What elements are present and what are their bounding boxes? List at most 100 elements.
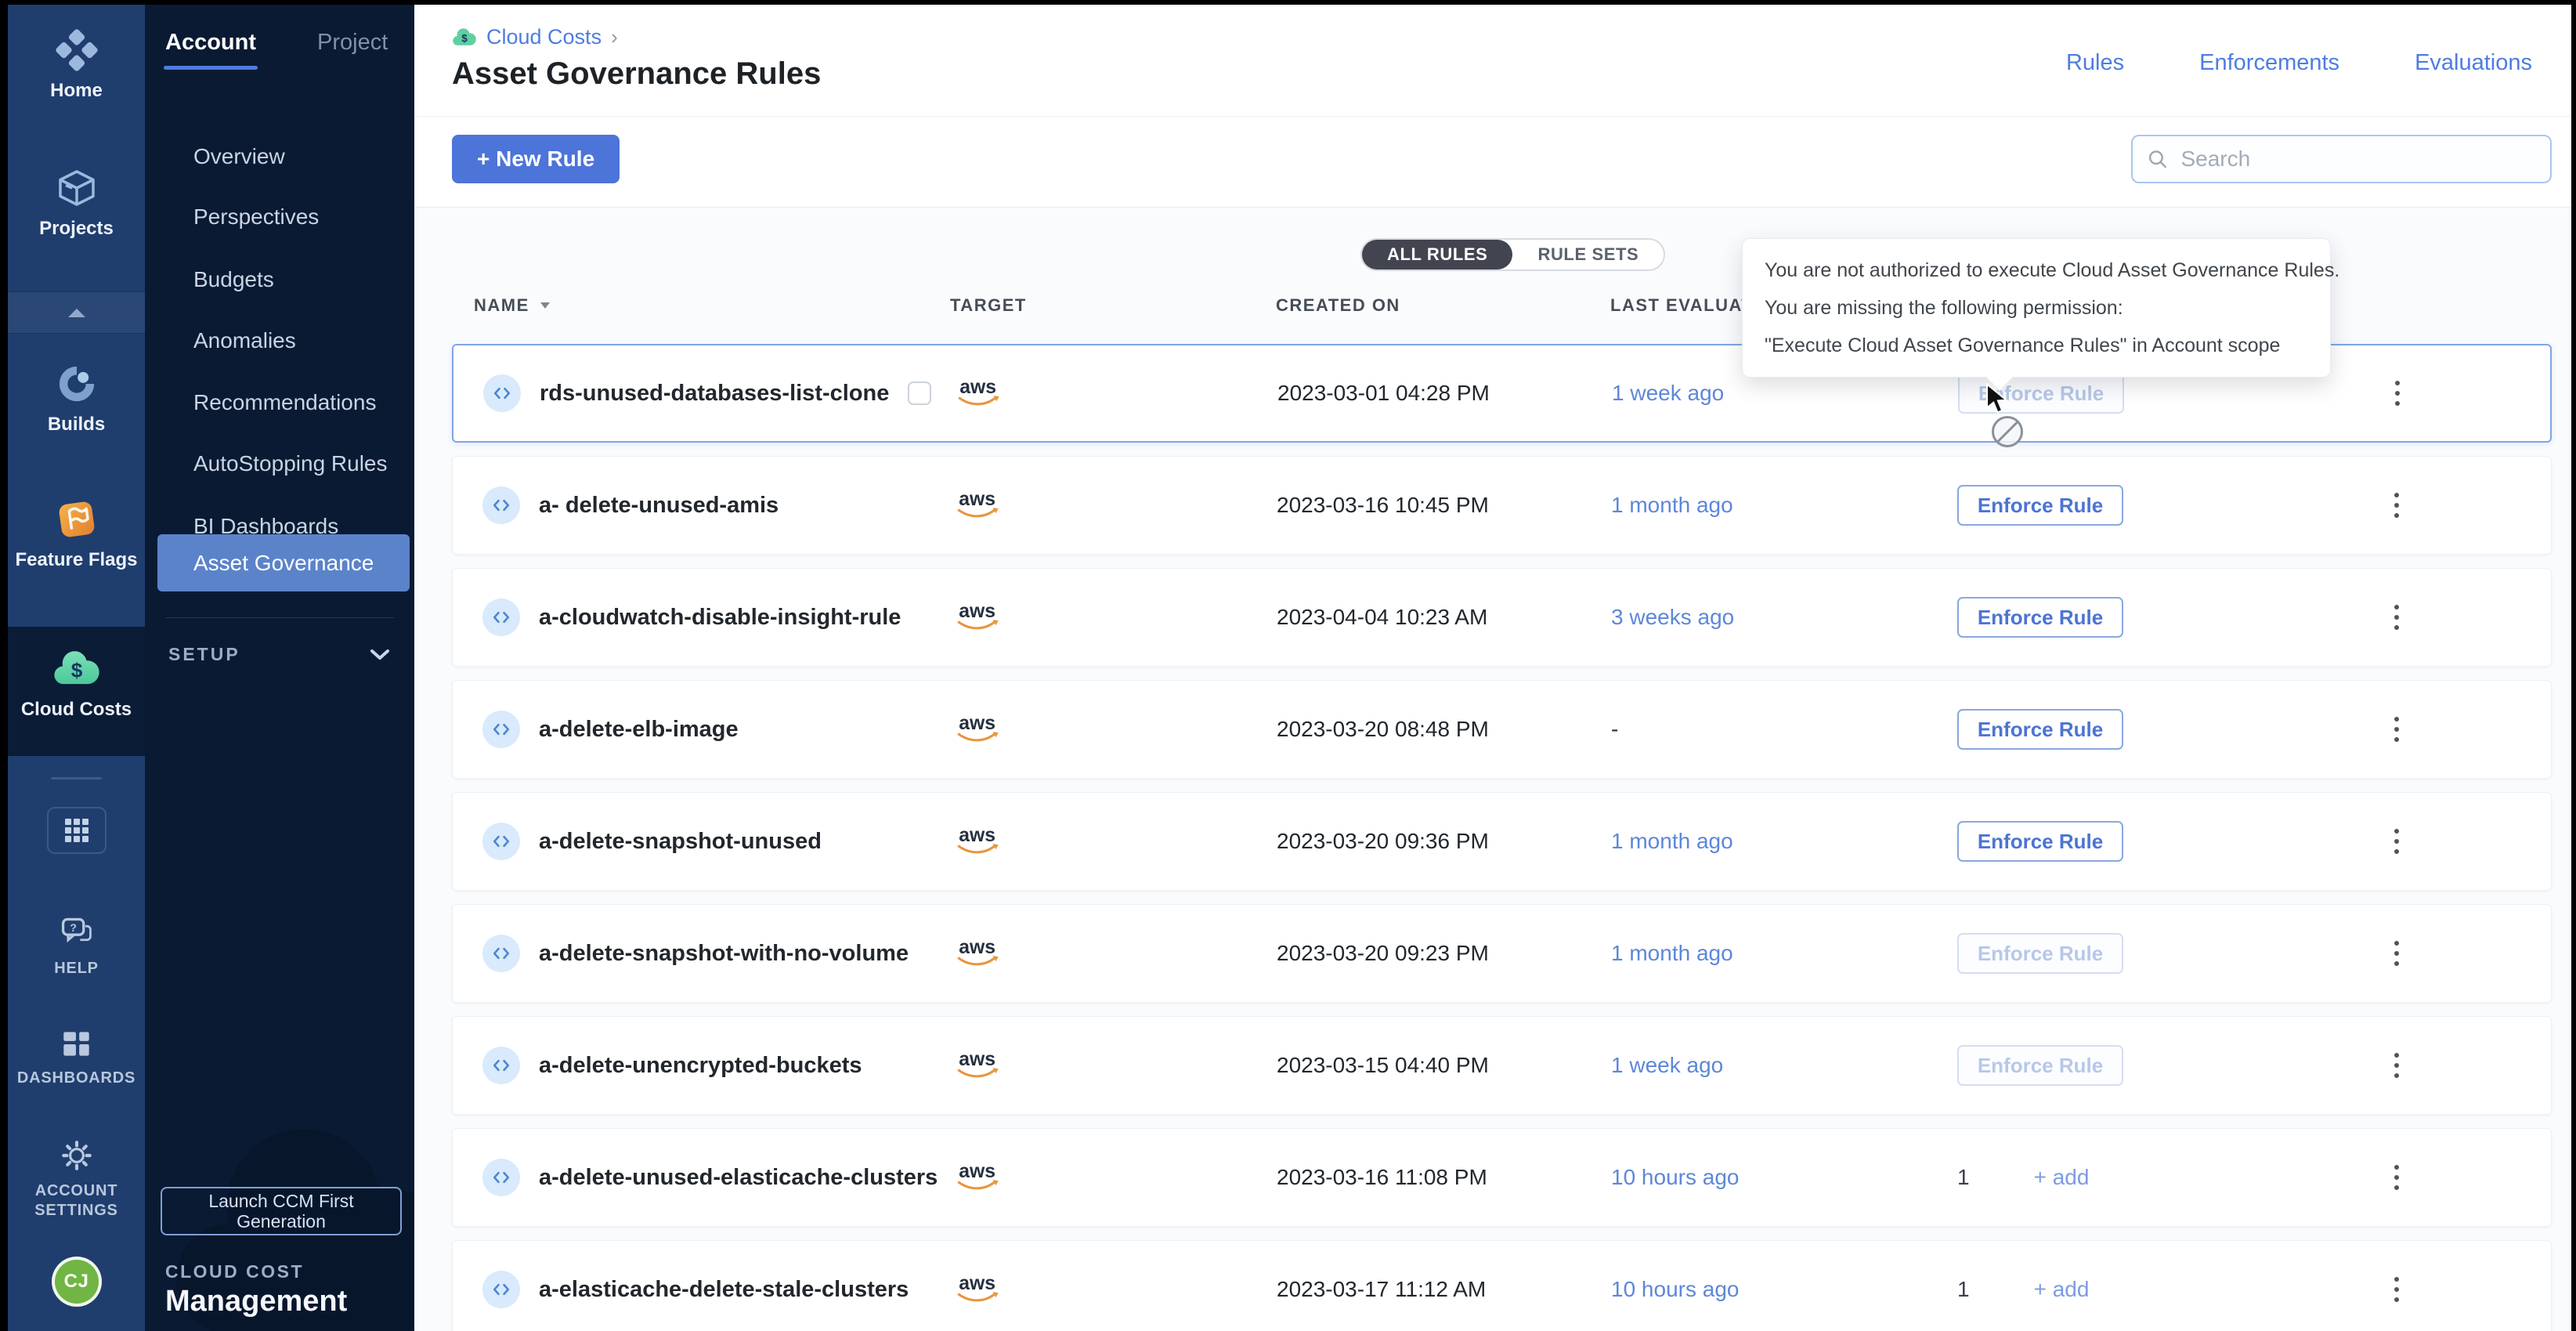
tab-account[interactable]: Account [165,30,256,56]
rule-name[interactable]: a-delete-snapshot-unused [539,829,822,855]
row-checkbox[interactable] [908,382,931,405]
column-header-created-on[interactable]: CREATED ON [1276,295,1610,316]
row-menu-kebab-icon[interactable] [2390,712,2404,747]
row-menu-kebab-icon[interactable] [2390,1272,2404,1307]
link-rules[interactable]: Rules [2066,50,2124,76]
enforce-rule-button[interactable]: Enforce Rule [1957,709,2123,750]
rule-name[interactable]: a-delete-elb-image [539,717,739,743]
aws-logo-icon: aws [952,599,1004,633]
sidebar-item-projects[interactable]: Projects [8,166,145,240]
search-box[interactable] [2131,135,2552,183]
sidebar-item-budgets[interactable]: Budgets [145,255,403,305]
table-row[interactable]: a-delete-unencrypted-buckets aws 2023-03… [452,1016,2552,1115]
rule-name-cell: a-elasticache-delete-stale-clusters [453,1271,951,1308]
table-row[interactable]: a-cloudwatch-disable-insight-rule aws 20… [452,568,2552,667]
column-header-target[interactable]: TARGET [950,295,1276,316]
row-menu-kebab-icon[interactable] [2390,936,2404,971]
rule-name[interactable]: rds-unused-databases-list-clone [540,381,889,407]
rule-name[interactable]: a-delete-unencrypted-buckets [539,1053,862,1079]
enforce-rule-button[interactable]: Enforce Rule [1957,485,2123,526]
header-divider [414,116,2571,117]
builds-icon [8,362,145,406]
row-menu-kebab-icon[interactable] [2390,600,2404,635]
sidebar-item-builds[interactable]: Builds [8,362,145,436]
projects-icon [8,166,145,210]
table-row[interactable]: a-delete-snapshot-unused aws 2023-03-20 … [452,792,2552,891]
last-evaluation-link[interactable]: 1 week ago [1611,1053,1912,1078]
add-enforcement-link[interactable]: + add [2034,1277,2090,1302]
user-avatar[interactable]: CJ [52,1257,102,1307]
link-evaluations[interactable]: Evaluations [2415,50,2532,76]
last-evaluation-link[interactable]: 10 hours ago [1611,1277,1912,1302]
setup-section-toggle[interactable]: SETUP [168,644,391,665]
target-cell: aws [951,1159,1277,1197]
last-evaluation-link[interactable]: 3 weeks ago [1611,605,1912,630]
enforce-rule-button[interactable]: Enforce Rule [1958,373,2124,414]
module-picker-button[interactable] [47,807,107,854]
sidebar-item-dashboards[interactable]: DASHBOARDS [8,1028,145,1088]
last-evaluation-link[interactable]: 1 month ago [1611,941,1912,966]
dashboards-icon [8,1028,145,1061]
sidebar-item-account-settings[interactable]: ACCOUNT SETTINGS [8,1137,145,1221]
link-enforcements[interactable]: Enforcements [2199,50,2339,76]
kebab-cell [2311,488,2551,523]
rule-name[interactable]: a-elasticache-delete-stale-clusters [539,1277,909,1303]
tooltip-line-3: "Execute Cloud Asset Governance Rules" i… [1765,327,2308,364]
enforce-rule-button[interactable]: Enforce Rule [1957,1045,2123,1086]
rule-name[interactable]: a-delete-snapshot-with-no-volume [539,941,909,967]
table-row[interactable]: a-delete-unused-elasticache-clusters aws… [452,1128,2552,1227]
toggle-rule-sets[interactable]: RULE SETS [1512,240,1664,269]
sidebar-item-home[interactable]: Home [8,28,145,102]
rail-collapse-toggle[interactable] [8,291,145,334]
breadcrumb-cloud-costs[interactable]: Cloud Costs [486,25,602,49]
enforce-rule-button[interactable]: Enforce Rule [1957,597,2123,638]
rule-name[interactable]: a-delete-unused-elasticache-clusters [539,1165,938,1191]
last-evaluation-link[interactable]: - [1611,717,1912,742]
rule-name-cell: a-delete-unencrypted-buckets [453,1047,951,1084]
row-menu-kebab-icon[interactable] [2390,376,2404,411]
last-evaluation-link[interactable]: 1 week ago [1612,381,1913,406]
sidebar-item-anomalies[interactable]: Anomalies [145,316,403,366]
row-menu-kebab-icon[interactable] [2390,824,2404,859]
tab-project[interactable]: Project [317,30,388,56]
sidebar-item-help[interactable]: ? HELP [8,915,145,978]
row-menu-kebab-icon[interactable] [2390,1048,2404,1083]
svg-text:$: $ [70,659,82,682]
sidebar-item-overview[interactable]: Overview [145,132,403,182]
column-header-name[interactable]: NAME [452,295,950,316]
target-cell: aws [951,486,1277,525]
table-row[interactable]: a-delete-elb-image aws 2023-03-20 08:48 … [452,680,2552,779]
sidebar-item-feature-flags[interactable]: Feature Flags [8,497,145,571]
enforce-rule-button[interactable]: Enforce Rule [1957,933,2123,974]
sidebar-item-autostopping-rules[interactable]: AutoStopping Rules [145,439,403,489]
sidebar-item-cloud-costs[interactable]: $ Cloud Costs [8,647,145,721]
enforce-rule-button[interactable]: Enforce Rule [1957,821,2123,862]
add-enforcement-link[interactable]: + add [2034,1165,2090,1190]
created-on-cell: 2023-03-20 09:36 PM [1277,829,1611,854]
table-row[interactable]: a-elasticache-delete-stale-clusters aws … [452,1240,2552,1331]
sidebar-item-recommendations[interactable]: Recommendations [145,378,403,428]
kebab-cell [2311,936,2551,971]
last-evaluation-link[interactable]: 1 month ago [1611,493,1912,518]
sidebar-item-label: Builds [8,414,145,436]
row-menu-kebab-icon[interactable] [2390,1160,2404,1195]
sidebar-item-label: Home [8,80,145,102]
last-evaluation-link[interactable]: 10 hours ago [1611,1165,1912,1190]
last-evaluation-link[interactable]: 1 month ago [1611,829,1912,854]
sidebar-item-perspectives[interactable]: Perspectives [145,192,403,242]
rule-name[interactable]: a- delete-unused-amis [539,493,779,519]
sidebar-item-asset-governance[interactable]: Asset Governance [157,534,410,591]
chevron-down-icon [369,648,391,662]
rule-name[interactable]: a-cloudwatch-disable-insight-rule [539,605,901,631]
toggle-all-rules[interactable]: ALL RULES [1362,240,1512,269]
module-sidebar: Account Project Overview Perspectives Budg… [145,5,414,1331]
row-menu-kebab-icon[interactable] [2390,488,2404,523]
rule-icon [482,823,520,860]
main-content: $ Cloud Costs › Asset Governance Rules R… [414,5,2571,1331]
search-input[interactable] [2179,146,2536,172]
launch-ccm-first-gen-button[interactable]: Launch CCM First Generation [161,1187,402,1235]
feature-flags-icon [8,497,145,541]
table-row[interactable]: a- delete-unused-amis aws 2023-03-16 10:… [452,456,2552,555]
new-rule-button[interactable]: + New Rule [452,135,620,183]
table-row[interactable]: a-delete-snapshot-with-no-volume aws 202… [452,904,2552,1003]
